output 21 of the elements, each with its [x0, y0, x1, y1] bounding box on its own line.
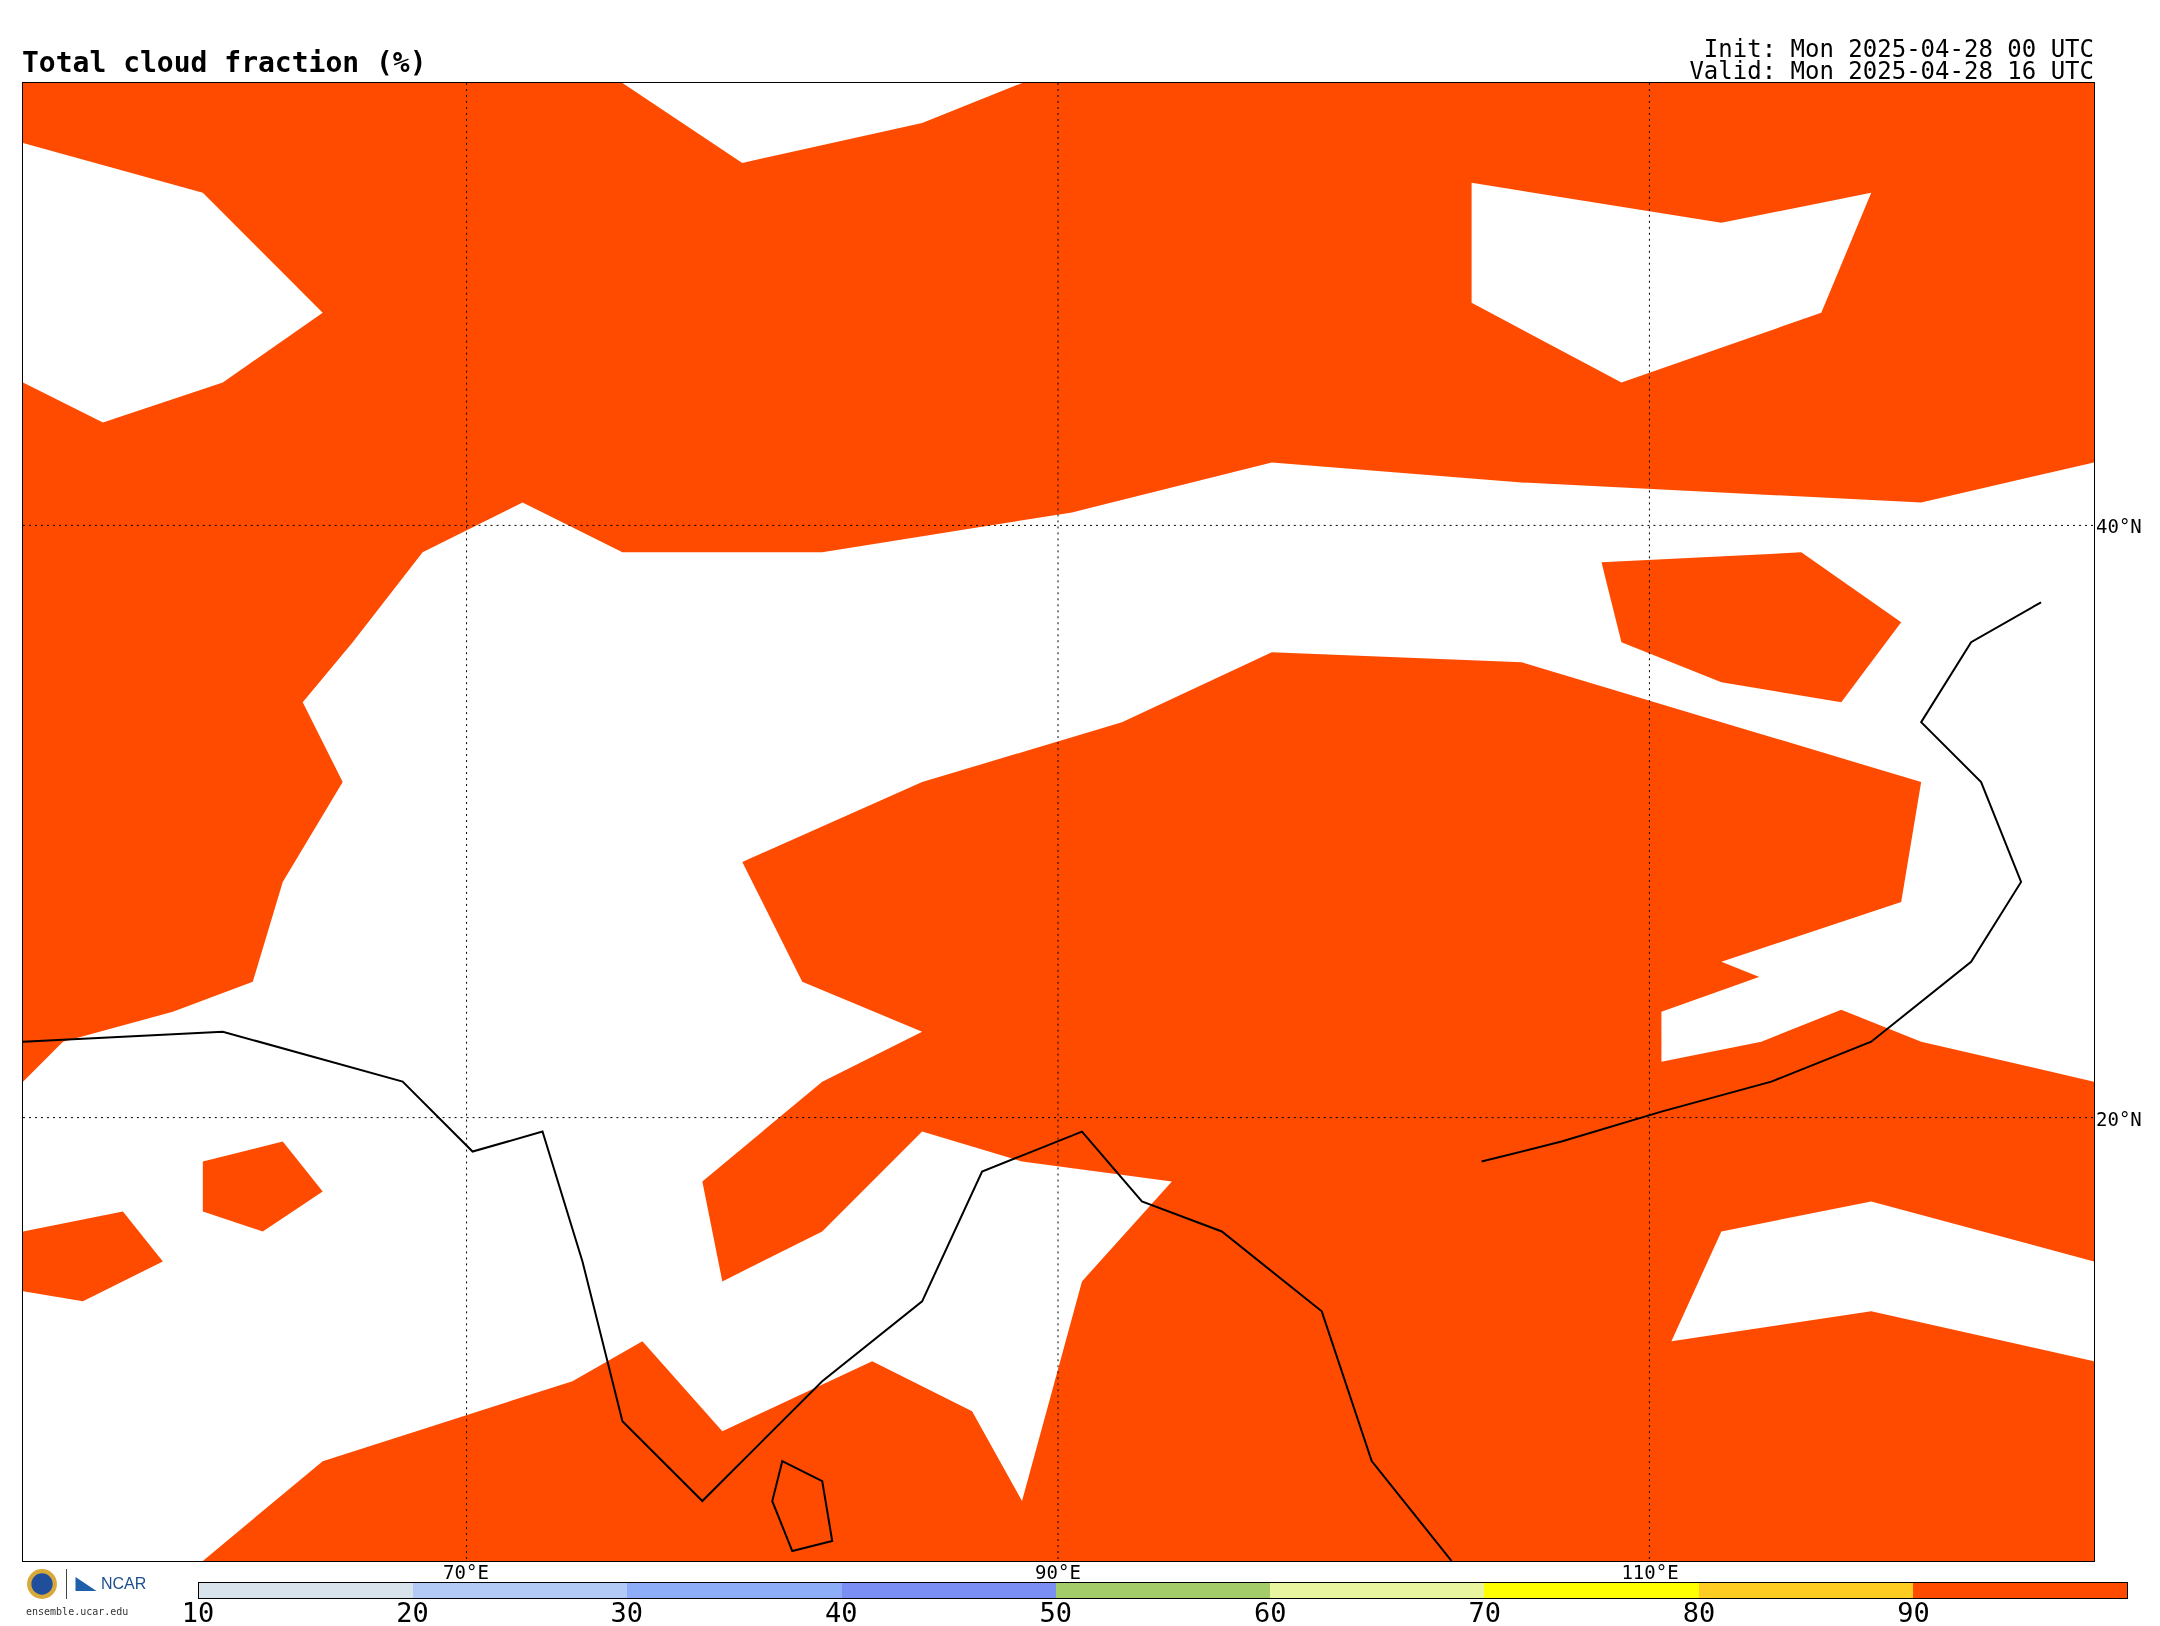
longitude-label: 110°E — [1621, 1562, 1679, 1582]
tick-label: 20 — [396, 1599, 429, 1626]
tick-label: 70 — [1468, 1599, 1501, 1626]
logo-url: ensemble.ucar.edu — [26, 1606, 129, 1617]
tick-label: 60 — [1253, 1599, 1287, 1626]
tick-label: 40 — [825, 1599, 858, 1626]
init-time: Init: Mon 2025-04-28 00 UTC — [1703, 38, 2094, 60]
latitude-label: 20°N — [2095, 1109, 2142, 1129]
tick-label: 90 — [1897, 1599, 1930, 1626]
longitude-label: 90°E — [1035, 1562, 1081, 1582]
latitude-label: 40°N — [2095, 516, 2142, 536]
logo-name: NCAR — [101, 1575, 147, 1593]
tick-label: 80 — [1682, 1599, 1716, 1626]
flag-icon — [75, 1577, 97, 1591]
seal-icon — [26, 1568, 58, 1600]
chart-title: Total cloud fraction (%) — [22, 46, 427, 80]
tick-label: 50 — [1039, 1599, 1072, 1626]
valid-time: Valid: Mon 2025-04-28 16 UTC — [1689, 60, 2094, 82]
tick-label: 10 — [181, 1599, 215, 1626]
tick-label: 30 — [610, 1599, 644, 1626]
longitude-label: 70°E — [443, 1562, 489, 1582]
